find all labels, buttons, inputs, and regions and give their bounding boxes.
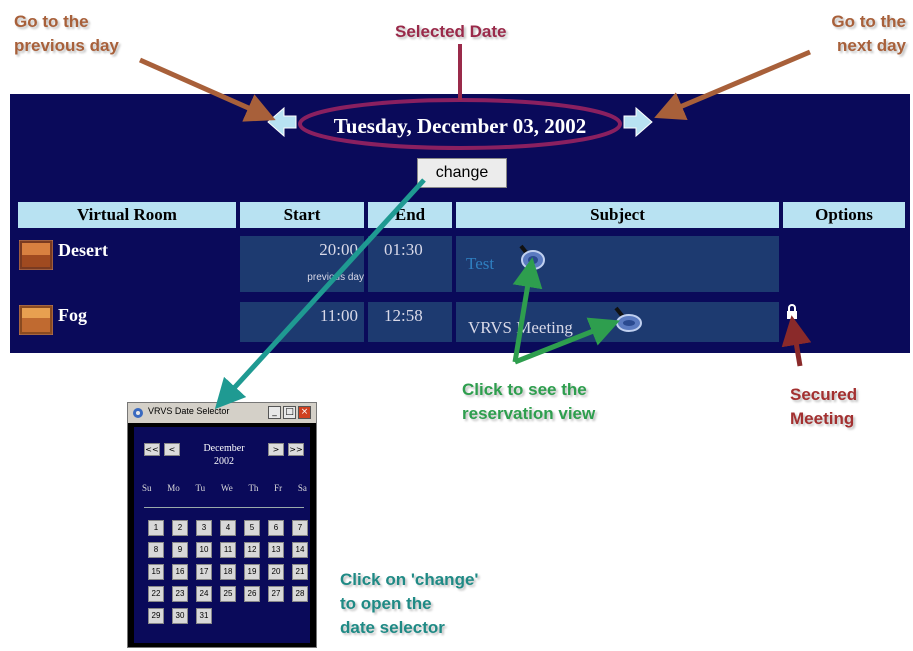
secured-arrow <box>781 315 812 367</box>
prev-day-arrow <box>138 57 276 122</box>
reservation-arrow-1 <box>512 257 543 363</box>
change-arrow <box>214 178 426 410</box>
annotation-arrows <box>138 44 812 410</box>
next-day-arrow <box>654 49 811 120</box>
reservation-arrow-2 <box>514 317 620 365</box>
